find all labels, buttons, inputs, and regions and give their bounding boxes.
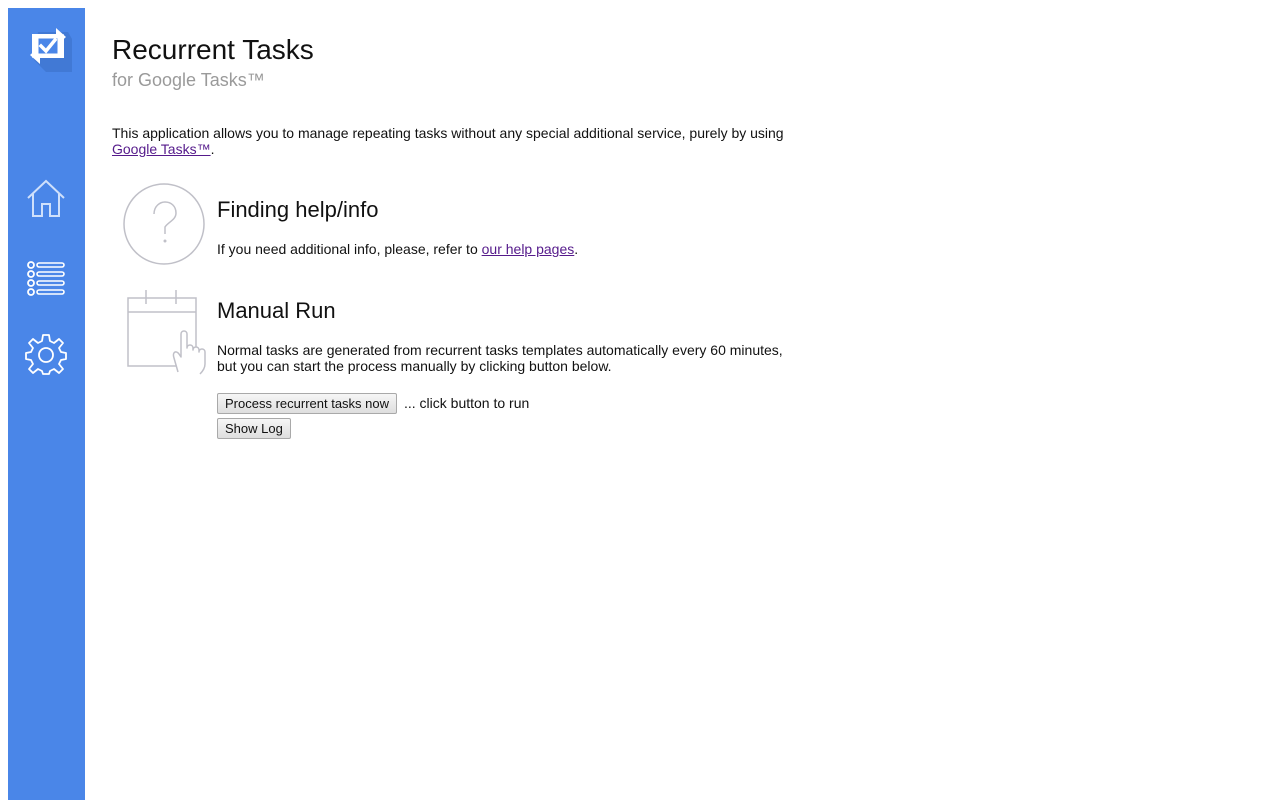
- calendar-hand-icon: [127, 290, 206, 375]
- help-section-title: Finding help/info: [217, 197, 379, 222]
- page-title: Recurrent Tasks: [112, 34, 314, 65]
- intro-suffix: .: [210, 141, 215, 157]
- home-icon[interactable]: [25, 177, 67, 219]
- run-hint-text: ... click button to run: [404, 395, 530, 411]
- intro-text: This application allows you to manage re…: [112, 125, 784, 141]
- manual-run-line-1: Normal tasks are generated from recurren…: [217, 342, 783, 358]
- process-recurrent-tasks-button[interactable]: Process recurrent tasks now: [217, 393, 398, 414]
- show-log-button[interactable]: Show Log: [217, 418, 291, 439]
- page-subtitle: for Google Tasks™: [112, 70, 265, 90]
- manual-run-description: Normal tasks are generated from recurren…: [217, 342, 817, 374]
- help-pages-link[interactable]: our help pages: [482, 241, 575, 257]
- help-text-before: If you need additional info, please, ref…: [217, 241, 482, 257]
- help-text-after: .: [574, 241, 579, 257]
- google-tasks-link[interactable]: Google Tasks™: [112, 141, 211, 157]
- sidebar: [8, 8, 85, 800]
- recurrent-check-logo-icon[interactable]: [24, 20, 72, 72]
- question-circle-icon: [123, 183, 205, 265]
- gear-icon[interactable]: [25, 333, 67, 375]
- help-section-text: If you need additional info, please, ref…: [217, 241, 578, 257]
- list-icon[interactable]: [25, 257, 67, 299]
- manual-run-line-2: but you can start the process manually b…: [217, 358, 612, 374]
- intro-paragraph: This application allows you to manage re…: [112, 125, 812, 157]
- manual-run-title: Manual Run: [217, 298, 336, 323]
